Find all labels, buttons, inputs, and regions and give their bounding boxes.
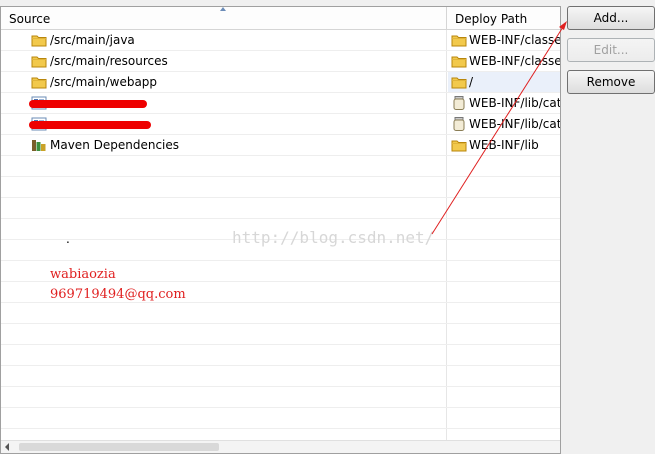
empty-row: [1, 303, 560, 324]
source-label: Maven Dependencies: [50, 138, 180, 152]
deploy-path-label: WEB-INF/lib: [469, 138, 539, 152]
table-row[interactable]: /src/main/webapp /: [1, 72, 560, 93]
deploy-path-cell[interactable]: WEB-INF/lib: [448, 135, 560, 155]
empty-row: [1, 387, 560, 408]
empty-source-cell: [1, 324, 447, 344]
stray-dot: .: [66, 232, 70, 246]
empty-deploy-cell: [448, 345, 560, 365]
watermark: http://blog.csdn.net/: [232, 228, 435, 247]
deploy-path-label: WEB-INF/classes: [469, 54, 561, 68]
folder-icon: [451, 33, 467, 47]
empty-deploy-cell: [448, 387, 560, 407]
folder-icon: [31, 33, 47, 47]
folder-icon: [31, 75, 47, 89]
deploy-path-label: WEB-INF/classes: [469, 33, 561, 47]
remove-button[interactable]: Remove: [567, 70, 655, 94]
table-row[interactable]: /src/main/java WEB-INF/classes: [1, 30, 560, 51]
source-cell[interactable]: Maven Dependencies: [1, 135, 447, 155]
column-header-deploy-path[interactable]: Deploy Path: [447, 7, 560, 29]
empty-deploy-cell: [448, 219, 560, 239]
jar-icon: [451, 96, 467, 110]
empty-deploy-cell: [448, 366, 560, 386]
email-note: 969719494@qq.com: [50, 287, 186, 302]
column-header-source-label: Source: [9, 12, 51, 26]
source-label: /src/main/resources: [50, 54, 168, 68]
empty-row: [1, 177, 560, 198]
table-row[interactable]: /src/main/resources WEB-INF/classes: [1, 51, 560, 72]
source-cell[interactable]: /src/main/webapp: [1, 72, 447, 92]
author-note: wabiaozia: [50, 267, 116, 282]
empty-source-cell: [1, 387, 447, 407]
empty-deploy-cell: [448, 282, 560, 302]
empty-deploy-cell: [448, 408, 560, 428]
add-button[interactable]: Add...: [567, 6, 655, 30]
source-cell[interactable]: [1, 93, 447, 113]
source-label: /src/main/java: [50, 33, 135, 47]
jar-icon: [451, 117, 467, 131]
scrollbar-thumb[interactable]: [19, 443, 219, 451]
empty-source-cell: [1, 177, 447, 197]
horizontal-scrollbar[interactable]: [1, 440, 560, 453]
empty-source-cell: [1, 156, 447, 176]
deploy-path-label: WEB-INF/lib/cat: [469, 117, 561, 131]
empty-source-cell: [1, 345, 447, 365]
edit-button[interactable]: Edit...: [567, 38, 655, 62]
source-cell[interactable]: /src/main/java: [1, 30, 447, 50]
sort-ascending-icon: [220, 7, 226, 11]
table-row[interactable]: WEB-INF/lib/cat: [1, 93, 560, 114]
empty-row: [1, 408, 560, 429]
deploy-path-cell[interactable]: /: [448, 72, 560, 92]
empty-deploy-cell: [448, 156, 560, 176]
folder-icon: [451, 75, 467, 89]
empty-source-cell: [1, 303, 447, 323]
table-header: Source Deploy Path: [1, 7, 560, 30]
empty-deploy-cell: [448, 198, 560, 218]
scroll-left-icon[interactable]: [5, 443, 9, 451]
empty-deploy-cell: [448, 240, 560, 260]
empty-row: [1, 156, 560, 177]
empty-source-cell: [1, 408, 447, 428]
table-row[interactable]: WEB-INF/lib/cat: [1, 114, 560, 135]
empty-row: [1, 366, 560, 387]
empty-source-cell: [1, 366, 447, 386]
empty-deploy-cell: [448, 324, 560, 344]
source-cell[interactable]: [1, 114, 447, 134]
empty-deploy-cell: [448, 261, 560, 281]
column-header-deploy-path-label: Deploy Path: [455, 12, 528, 26]
deploy-path-cell[interactable]: WEB-INF/lib/cat: [448, 114, 561, 134]
empty-row: [1, 324, 560, 345]
column-header-source[interactable]: Source: [1, 7, 447, 29]
folder-icon: [451, 54, 467, 68]
empty-row: [1, 345, 560, 366]
library-icon: [31, 138, 47, 152]
redaction-scribble: [29, 121, 151, 129]
deploy-path-label: /: [469, 75, 474, 89]
empty-row: [1, 198, 560, 219]
folder-icon: [31, 54, 47, 68]
deploy-path-cell[interactable]: WEB-INF/classes: [448, 30, 561, 50]
folder-icon: [451, 138, 467, 152]
deploy-path-cell[interactable]: WEB-INF/lib/cat: [448, 93, 561, 113]
empty-deploy-cell: [448, 177, 560, 197]
source-label: /src/main/webapp: [50, 75, 158, 89]
deploy-path-cell[interactable]: WEB-INF/classes: [448, 51, 561, 71]
redaction-scribble: [29, 100, 147, 108]
empty-source-cell: [1, 198, 447, 218]
deploy-path-label: WEB-INF/lib/cat: [469, 96, 561, 110]
source-cell[interactable]: /src/main/resources: [1, 51, 447, 71]
table-row[interactable]: Maven Dependencies WEB-INF/lib: [1, 135, 560, 156]
empty-deploy-cell: [448, 303, 560, 323]
